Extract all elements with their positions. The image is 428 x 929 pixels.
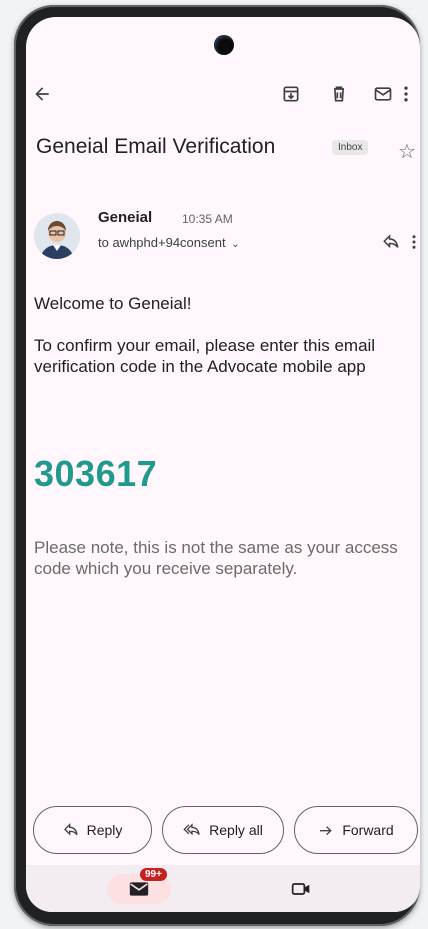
nav-meet-tab[interactable] (288, 877, 314, 901)
front-camera (214, 35, 234, 55)
reply-label: Reply (86, 822, 123, 838)
more-options-button[interactable] (391, 79, 420, 109)
more-vert-icon (404, 86, 408, 102)
reply-button[interactable]: Reply (33, 806, 152, 854)
recipient-details-toggle[interactable]: to awhphd+94consent ⌄ (98, 235, 240, 250)
subject-row: Geneial Email Verification Inbox ☆ (36, 135, 416, 175)
mail-icon (374, 87, 392, 101)
archive-button[interactable] (276, 79, 306, 109)
top-app-bar (26, 77, 420, 117)
message-more-button[interactable] (399, 227, 420, 257)
email-time: 10:35 AM (182, 212, 233, 226)
more-vert-icon (412, 235, 416, 249)
verification-code: 303617 (34, 453, 158, 494)
reply-icon (383, 234, 399, 249)
mail-icon (129, 882, 149, 896)
forward-icon (320, 826, 332, 836)
inbox-label-chip[interactable]: Inbox (332, 140, 369, 155)
trash-icon (334, 86, 344, 102)
recipient-text: to awhphd+94consent (98, 235, 226, 250)
unread-count-badge: 99+ (140, 868, 167, 881)
reply-all-icon (183, 823, 200, 836)
sender-avatar-image (34, 213, 80, 259)
action-buttons: Reply Reply all Forward (33, 806, 419, 856)
archive-icon (283, 86, 299, 102)
email-screen: Geneial Email Verification Inbox ☆ Genei… (26, 17, 420, 912)
back-button[interactable] (27, 79, 57, 109)
chevron-down-icon: ⌄ (231, 239, 240, 250)
email-subject: Geneial Email Verification (36, 135, 276, 158)
delete-button[interactable] (324, 79, 354, 109)
note-text: Please note, this is not the same as you… (34, 538, 398, 578)
sender-row: Geneial 10:35 AM to awhphd+94consent ⌄ (34, 207, 420, 267)
greeting-text: Welcome to Geneial! (34, 294, 192, 313)
star-icon[interactable]: ☆ (398, 139, 416, 164)
reply-all-button[interactable]: Reply all (162, 806, 284, 854)
sender-name: Geneial (98, 209, 153, 226)
instruction-text: To confirm your email, please enter this… (34, 336, 376, 376)
forward-button[interactable]: Forward (294, 806, 418, 854)
reply-icon (63, 823, 78, 836)
video-camera-icon (291, 883, 310, 895)
bottom-navigation: 99+ (26, 865, 420, 912)
forward-label: Forward (342, 822, 394, 838)
arrow-back-icon (35, 87, 49, 101)
reply-all-label: Reply all (209, 822, 263, 838)
avatar[interactable] (34, 213, 80, 259)
